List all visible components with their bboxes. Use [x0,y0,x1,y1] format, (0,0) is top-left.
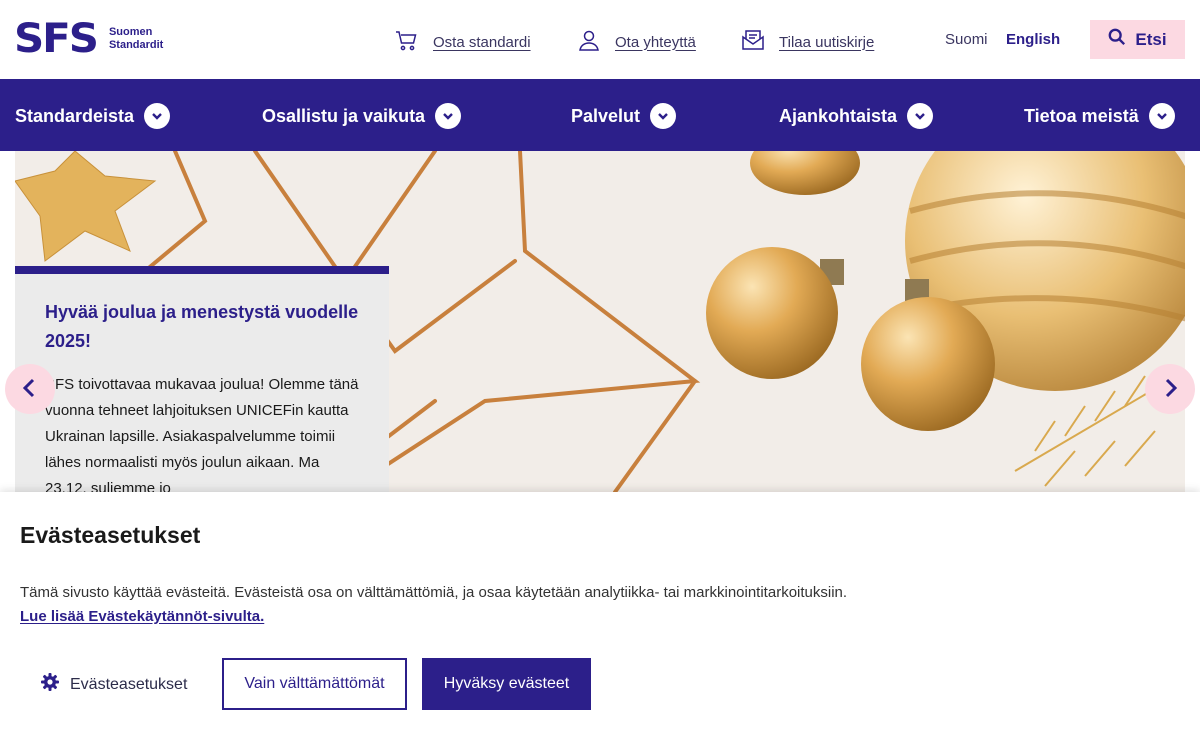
nav-item-label: Osallistu ja vaikuta [262,105,426,126]
nav-item-label: Palvelut [571,105,641,126]
cookie-settings-label: Evästeasetukset [70,675,188,693]
cookie-policy-link[interactable]: Lue lisää Evästekäytännöt-sivulta. [20,608,264,625]
logo-line-2: Standardit [108,39,164,51]
carousel-prev-button[interactable] [5,364,55,414]
cookie-settings-button[interactable]: Evästeasetukset [40,672,187,697]
hero-news-card[interactable]: Hyvää joulua ja menestystä vuodelle 2025… [15,266,389,492]
newsletter-label: Tilaa uutiskirje [779,33,875,51]
nav-item-label: Tietoa meistä [1024,105,1139,126]
carousel-next-button[interactable] [1145,364,1195,414]
hero-title: Hyvää joulua ja menestystä vuodelle 2025… [45,302,359,351]
necessary-only-button[interactable]: Vain välttämättömät [222,658,407,710]
sfs-logo[interactable]: SFS Suomen Standardit [14,19,163,59]
buy-standard-label: Osta standardi [433,33,531,51]
person-icon [577,28,601,56]
hero-body: SFS toivottavaa mukavaa joulua! Olemme t… [45,376,359,492]
chevron-down-icon [435,103,462,129]
nav-item-osallistu[interactable]: Osallistu ja vaikuta [262,103,462,129]
main-navigation: Standardeista Osallistu ja vaikuta Palve… [0,79,1200,151]
nav-item-ajankohtaista[interactable]: Ajankohtaista [779,103,934,129]
contact-link[interactable]: Ota yhteyttä [577,28,696,56]
search-button[interactable]: Etsi [1090,20,1185,59]
cart-icon [395,28,419,56]
newsletter-link[interactable]: Tilaa uutiskirje [741,28,874,56]
search-label: Etsi [1135,29,1167,49]
gear-icon [40,672,70,697]
buy-standard-link[interactable]: Osta standardi [395,28,531,56]
chevron-down-icon [907,103,934,129]
chevron-down-icon [650,103,677,129]
nav-item-tietoa-meista[interactable]: Tietoa meistä [1024,103,1175,129]
nav-item-label: Ajankohtaista [779,105,898,126]
logo-mark: SFS [14,16,99,62]
cookie-banner: Evästeasetukset Tämä sivusto käyttää evä… [0,492,1200,740]
nav-item-standardeista[interactable]: Standardeista [15,103,171,129]
search-icon [1108,28,1135,51]
language-fi[interactable]: Suomi [945,31,988,48]
accept-cookies-button[interactable]: Hyväksy evästeet [422,658,591,710]
top-header: SFS Suomen Standardit Osta standardi Ota… [0,0,1200,79]
chevron-right-icon [1159,377,1181,402]
contact-label: Ota yhteyttä [615,33,696,51]
language-en[interactable]: English [1006,31,1060,48]
logo-text: Suomen Standardit [109,26,163,52]
chevron-down-icon [144,103,171,129]
nav-item-palvelut[interactable]: Palvelut [571,103,677,129]
chevron-down-icon [1148,103,1175,129]
logo-line-1: Suomen [108,26,153,38]
cookie-title: Evästeasetukset [20,522,201,548]
cookie-description: Tämä sivusto käyttää evästeitä. Evästeis… [20,584,848,601]
chevron-left-icon [19,377,41,402]
newsletter-icon [741,28,765,56]
nav-item-label: Standardeista [15,105,135,126]
